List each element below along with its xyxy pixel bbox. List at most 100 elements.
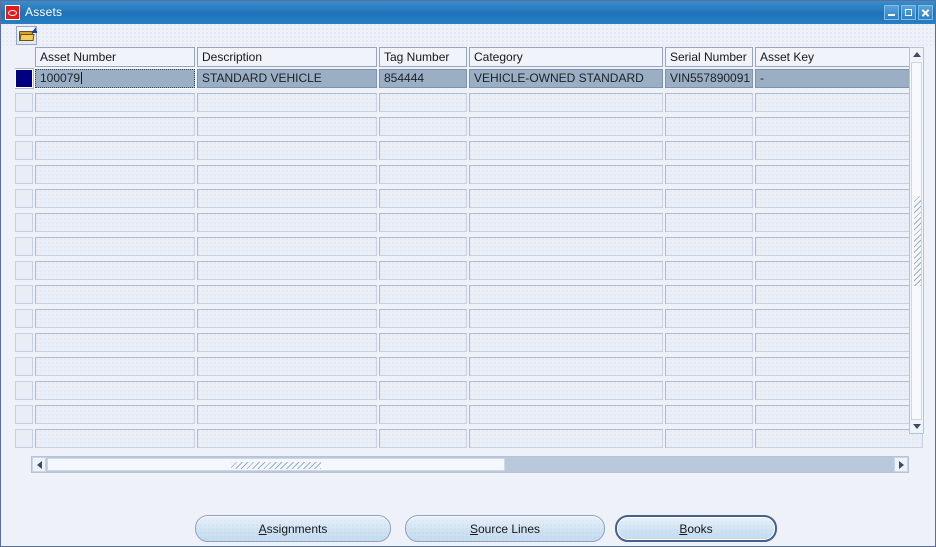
cell-category[interactable] bbox=[469, 309, 663, 328]
cell-category[interactable] bbox=[469, 165, 663, 184]
cell-asset_number[interactable] bbox=[35, 141, 195, 160]
cell-description[interactable] bbox=[197, 213, 377, 232]
record-indicator[interactable] bbox=[15, 333, 33, 352]
record-indicator[interactable] bbox=[15, 405, 33, 424]
record-indicator[interactable] bbox=[15, 213, 33, 232]
cell-serial_number[interactable] bbox=[665, 93, 753, 112]
cell-serial_number[interactable] bbox=[665, 381, 753, 400]
cell-description[interactable] bbox=[197, 141, 377, 160]
cell-tag_number[interactable] bbox=[379, 405, 467, 424]
source-lines-button[interactable]: Source Lines bbox=[405, 515, 605, 542]
cell-description[interactable] bbox=[197, 405, 377, 424]
scroll-right-arrow-icon[interactable] bbox=[894, 457, 908, 472]
cell-serial_number[interactable] bbox=[665, 117, 753, 136]
record-indicator[interactable] bbox=[15, 141, 33, 160]
cell-asset_number[interactable] bbox=[35, 189, 195, 208]
cell-asset_key[interactable] bbox=[755, 357, 923, 376]
table-row[interactable] bbox=[15, 355, 923, 379]
table-row[interactable]: 100079 STANDARD VEHICLE 854444 VEHICLE-OWNE… bbox=[15, 67, 923, 91]
cell-description[interactable] bbox=[197, 309, 377, 328]
cell-description[interactable] bbox=[197, 165, 377, 184]
cell-asset_key[interactable] bbox=[755, 93, 923, 112]
cell-asset_number[interactable] bbox=[35, 357, 195, 376]
cell-serial_number[interactable] bbox=[665, 357, 753, 376]
cell-asset_number[interactable] bbox=[35, 261, 195, 280]
cell-serial_number[interactable] bbox=[665, 165, 753, 184]
cell-tag_number[interactable] bbox=[379, 309, 467, 328]
cell-description[interactable] bbox=[197, 381, 377, 400]
cell-description[interactable] bbox=[197, 93, 377, 112]
cell-description[interactable] bbox=[197, 261, 377, 280]
cell-serial_number[interactable]: VIN557890091 bbox=[665, 69, 753, 88]
record-indicator[interactable] bbox=[15, 117, 33, 136]
cell-category[interactable] bbox=[469, 381, 663, 400]
table-row[interactable] bbox=[15, 115, 923, 139]
cell-tag_number[interactable] bbox=[379, 141, 467, 160]
cell-category[interactable] bbox=[469, 405, 663, 424]
cell-tag_number[interactable] bbox=[379, 381, 467, 400]
cell-serial_number[interactable] bbox=[665, 309, 753, 328]
cell-asset_key[interactable] bbox=[755, 285, 923, 304]
cell-description[interactable] bbox=[197, 117, 377, 136]
cell-description[interactable] bbox=[197, 357, 377, 376]
record-indicator[interactable] bbox=[15, 381, 33, 400]
record-indicator[interactable] bbox=[15, 285, 33, 304]
cell-tag_number[interactable]: 854444 bbox=[379, 69, 467, 88]
cell-category[interactable] bbox=[469, 117, 663, 136]
cell-serial_number[interactable] bbox=[665, 189, 753, 208]
cell-asset_number[interactable] bbox=[35, 429, 195, 448]
cell-asset_key[interactable] bbox=[755, 261, 923, 280]
cell-category[interactable] bbox=[469, 237, 663, 256]
scroll-up-arrow-icon[interactable] bbox=[910, 48, 923, 61]
scroll-left-arrow-icon[interactable] bbox=[32, 457, 46, 472]
record-indicator[interactable] bbox=[15, 68, 34, 89]
cell-tag_number[interactable] bbox=[379, 237, 467, 256]
vertical-scrollbar-thumb[interactable] bbox=[911, 62, 922, 420]
cell-category[interactable] bbox=[469, 285, 663, 304]
cell-asset_key[interactable] bbox=[755, 381, 923, 400]
cell-description[interactable] bbox=[197, 333, 377, 352]
cell-asset_number[interactable] bbox=[35, 237, 195, 256]
column-header-asset_number[interactable]: Asset Number bbox=[35, 47, 195, 67]
cell-tag_number[interactable] bbox=[379, 93, 467, 112]
cell-asset_number[interactable] bbox=[35, 405, 195, 424]
record-indicator[interactable] bbox=[15, 93, 33, 112]
cell-asset_number[interactable]: 100079 bbox=[34, 68, 196, 89]
cell-description[interactable] bbox=[197, 285, 377, 304]
cell-description[interactable]: STANDARD VEHICLE bbox=[197, 69, 377, 88]
cell-asset_number[interactable] bbox=[35, 309, 195, 328]
cell-asset_key[interactable] bbox=[755, 141, 923, 160]
cell-asset_number[interactable] bbox=[35, 165, 195, 184]
cell-tag_number[interactable] bbox=[379, 261, 467, 280]
record-indicator[interactable] bbox=[15, 309, 33, 328]
cell-serial_number[interactable] bbox=[665, 333, 753, 352]
column-header-tag_number[interactable]: Tag Number bbox=[379, 47, 467, 67]
cell-tag_number[interactable] bbox=[379, 285, 467, 304]
cell-tag_number[interactable] bbox=[379, 333, 467, 352]
cell-asset_key[interactable] bbox=[755, 117, 923, 136]
cell-tag_number[interactable] bbox=[379, 189, 467, 208]
grid-vertical-scrollbar[interactable] bbox=[909, 47, 924, 434]
cell-serial_number[interactable] bbox=[665, 261, 753, 280]
record-indicator[interactable] bbox=[15, 165, 33, 184]
cell-category[interactable] bbox=[469, 333, 663, 352]
table-row[interactable] bbox=[15, 427, 923, 451]
cell-asset_key[interactable] bbox=[755, 237, 923, 256]
cell-category[interactable] bbox=[469, 213, 663, 232]
cell-asset_number[interactable] bbox=[35, 381, 195, 400]
maximize-icon[interactable] bbox=[901, 5, 916, 20]
table-row[interactable] bbox=[15, 139, 923, 163]
record-indicator[interactable] bbox=[15, 189, 33, 208]
table-row[interactable] bbox=[15, 307, 923, 331]
cell-asset_number[interactable] bbox=[35, 117, 195, 136]
column-header-category[interactable]: Category bbox=[469, 47, 663, 67]
table-row[interactable] bbox=[15, 211, 923, 235]
table-row[interactable] bbox=[15, 163, 923, 187]
table-row[interactable] bbox=[15, 283, 923, 307]
cell-asset_key[interactable] bbox=[755, 405, 923, 424]
table-row[interactable] bbox=[15, 379, 923, 403]
cell-serial_number[interactable] bbox=[665, 141, 753, 160]
cell-asset_key[interactable] bbox=[755, 213, 923, 232]
horizontal-scrollbar-thumb[interactable] bbox=[47, 458, 505, 471]
cell-category[interactable] bbox=[469, 93, 663, 112]
